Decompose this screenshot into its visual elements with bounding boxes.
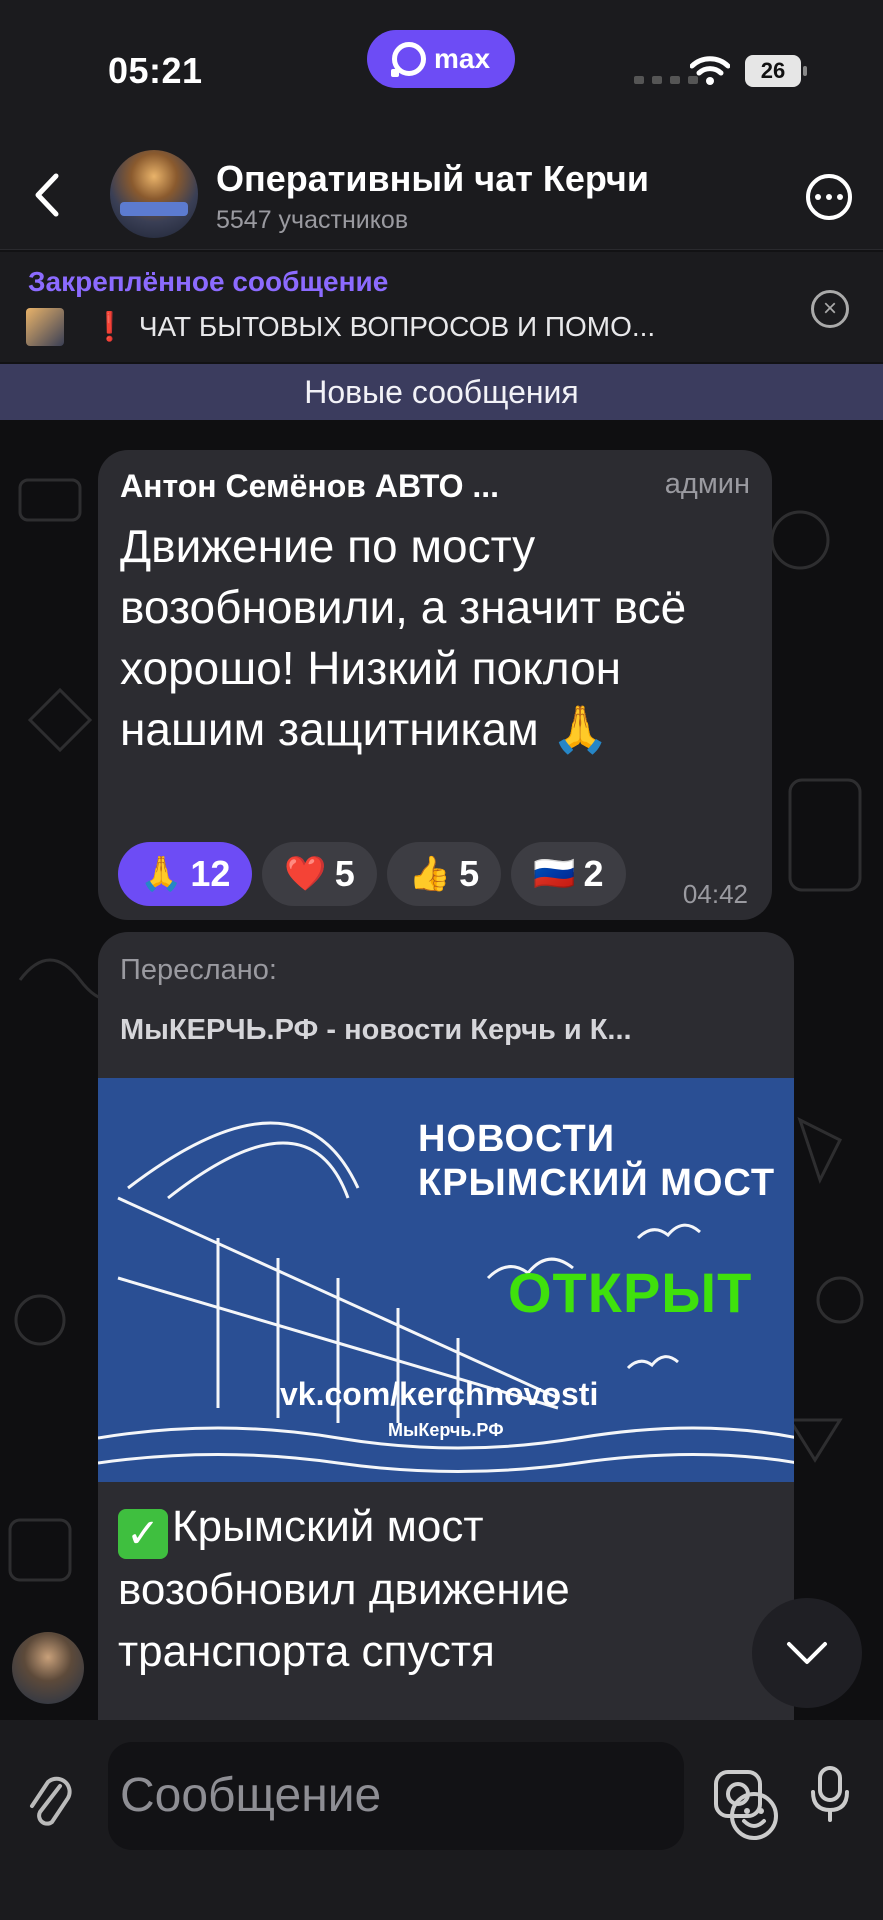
message-composer: Сообщение xyxy=(0,1720,883,1920)
forwarded-message-text: ✓ Крымский мост возобновил движение транс… xyxy=(118,1496,678,1683)
more-options-icon[interactable] xyxy=(806,174,852,220)
chat-avatar[interactable] xyxy=(110,150,198,238)
pinned-thumbnail xyxy=(26,308,64,346)
reaction-count: 2 xyxy=(583,853,604,894)
max-logo-icon xyxy=(390,42,426,77)
message-input-placeholder: Сообщение xyxy=(120,1769,382,1822)
news-image-brand: МыКерчь.РФ xyxy=(388,1420,504,1440)
message-time: 04:42 xyxy=(682,879,748,909)
pinned-title: Закреплённое сообщение xyxy=(28,266,389,297)
pinned-text: ❗ ЧАТ БЫТОВЫХ ВОПРОСОВ И ПОМО... xyxy=(92,310,655,343)
new-messages-divider: Новые сообщения xyxy=(0,364,883,420)
forwarded-message-bubble[interactable]: Переслано: МыКЕРЧЬ.РФ - новости Керчь и … xyxy=(98,932,794,1720)
forwarded-source[interactable]: МыКЕРЧЬ.РФ - новости Керчь и К... xyxy=(120,1014,632,1047)
news-image[interactable]: НОВОСТИ КРЫМСКИЙ МОСТ ОТКРЫТ vk.com/kerc… xyxy=(98,1078,794,1482)
close-pinned-icon[interactable]: × xyxy=(811,290,849,328)
reaction-count: 12 xyxy=(190,853,231,894)
max-app-label: max xyxy=(433,43,491,74)
chat-header: Оперативный чат Керчи 5547 участников xyxy=(0,140,883,250)
news-image-status: ОТКРЫТ xyxy=(508,1261,753,1324)
exclamation-icon: ❗ xyxy=(92,311,127,342)
reaction-count: 5 xyxy=(334,853,355,894)
pinned-text-content: ЧАТ БЫТОВЫХ ВОПРОСОВ И ПОМО... xyxy=(138,311,656,342)
paperclip-icon[interactable] xyxy=(26,1768,76,1838)
chat-messages-area[interactable]: Антон Семёнов АВТО ... админ Движение по… xyxy=(0,420,883,1720)
forwarded-label: Переслано: xyxy=(120,954,277,986)
sender-role-badge: админ xyxy=(664,468,750,500)
cellular-signal-icon xyxy=(634,76,698,84)
chevron-down-icon xyxy=(787,1642,827,1664)
message-input[interactable]: Сообщение xyxy=(108,1742,778,1850)
reactions-row: 🙏 12 ❤️ 5 👍 5 🇷🇺 2 xyxy=(118,842,626,906)
microphone-icon[interactable] xyxy=(808,1764,852,1824)
sender-avatar[interactable] xyxy=(12,1632,84,1704)
thumbs-up-emoji-icon: 👍 xyxy=(408,855,452,893)
back-chevron-icon[interactable] xyxy=(28,170,68,220)
battery-icon: 26 xyxy=(745,55,807,87)
reaction-russia-flag[interactable]: 🇷🇺 2 xyxy=(511,842,626,906)
news-image-subheading: КРЫМСКИЙ МОСТ xyxy=(418,1162,776,1204)
message-text: Движение по мосту возобновили, а значит … xyxy=(120,520,687,755)
check-mark-icon: ✓ xyxy=(118,1509,168,1559)
message-sender[interactable]: Антон Семёнов АВТО ... xyxy=(120,468,499,505)
status-time: 05:21 xyxy=(108,50,203,91)
pinned-message-bar[interactable]: Закреплённое сообщение ❗ ЧАТ БЫТОВЫХ ВОПР… xyxy=(0,252,883,362)
news-image-url: vk.com/kerchnovosti xyxy=(280,1376,599,1412)
forwarded-text-content: Крымский мост возобновил движение трансп… xyxy=(118,1502,570,1676)
camera-icon[interactable] xyxy=(712,1768,764,1820)
message-bubble[interactable]: Антон Семёнов АВТО ... админ Движение по… xyxy=(98,450,772,920)
status-bar: 05:21 max 26 xyxy=(0,0,883,140)
pray-emoji-icon: 🙏 xyxy=(140,855,183,893)
heart-emoji-icon: ❤️ xyxy=(284,855,327,893)
chat-members-count: 5547 участников xyxy=(216,206,409,234)
reaction-thumbs-up[interactable]: 👍 5 xyxy=(386,842,502,906)
russia-flag-emoji-icon: 🇷🇺 xyxy=(533,855,576,893)
wifi-icon xyxy=(690,56,730,85)
reaction-heart[interactable]: ❤️ 5 xyxy=(262,842,377,906)
max-app-badge[interactable]: max xyxy=(367,30,515,88)
news-image-heading: НОВОСТИ xyxy=(418,1118,616,1160)
reaction-pray[interactable]: 🙏 12 xyxy=(118,842,253,906)
scroll-to-bottom-button[interactable] xyxy=(752,1598,862,1708)
chat-title[interactable]: Оперативный чат Керчи xyxy=(216,158,649,200)
reaction-count: 5 xyxy=(459,853,480,894)
